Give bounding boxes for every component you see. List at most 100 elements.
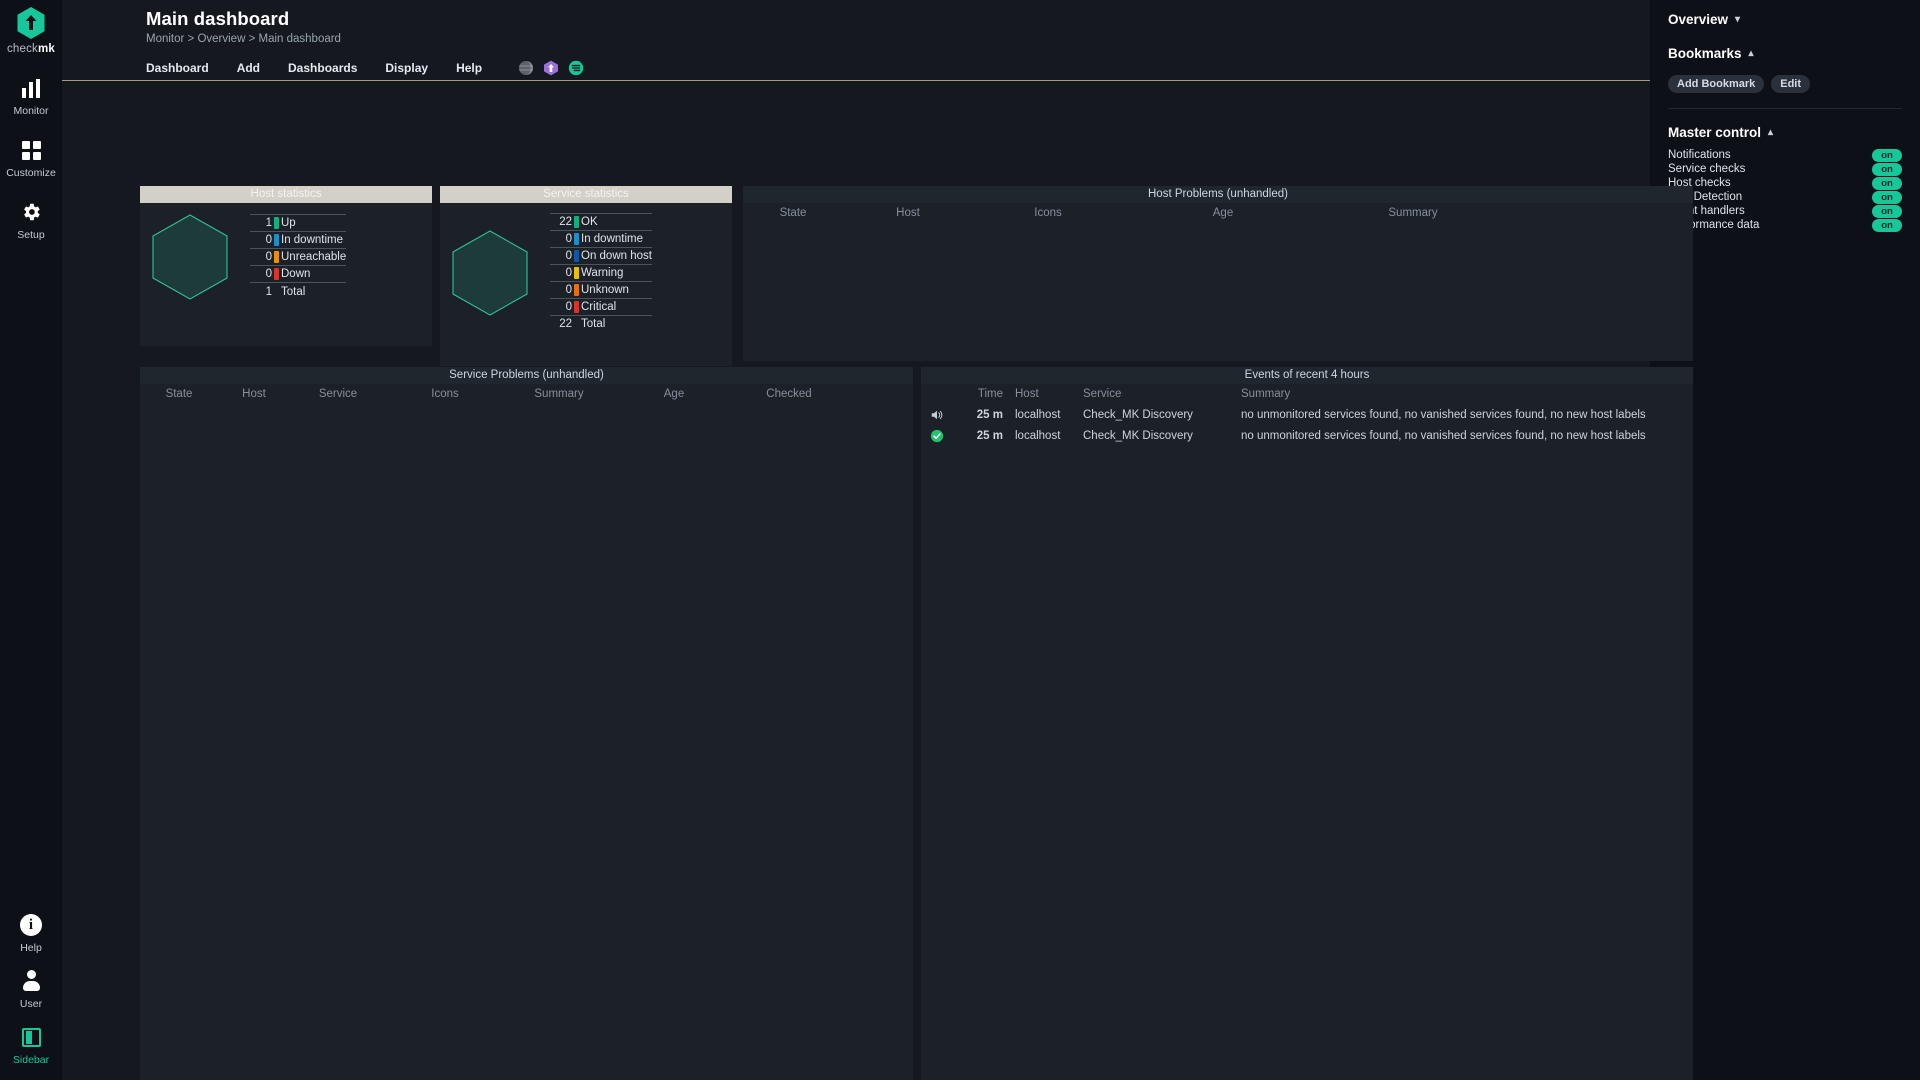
sidebar-section-overview[interactable]: Overview ▾: [1668, 12, 1902, 27]
service-stat-count: 0: [550, 298, 572, 316]
master-control-row-service-checks: Service checks on: [1668, 162, 1902, 176]
table-row[interactable]: 0 In downtime: [550, 230, 652, 248]
event-summary: no unmonitored services found, no vanish…: [1241, 429, 1646, 442]
service-stat-swatch: [572, 247, 581, 265]
sidebar-section-master-control-label: Master control: [1668, 125, 1762, 140]
sidebar-item-monitor[interactable]: Monitor: [0, 75, 62, 117]
event-host[interactable]: localhost: [1003, 409, 1071, 421]
column-header-age[interactable]: Age: [614, 388, 734, 400]
host-problems-header-row: State Host Icons Age Summary: [743, 203, 1693, 223]
column-header-age[interactable]: Age: [1123, 207, 1323, 219]
widget-service-problems[interactable]: Service Problems (unhandled) State Host …: [140, 367, 913, 1080]
table-row[interactable]: 0 Critical: [550, 298, 652, 316]
column-header-summary[interactable]: Summary: [504, 388, 614, 400]
widget-service-statistics[interactable]: Service statistics 22 OK 0 In downtime 0…: [440, 186, 732, 366]
event-time: 25 m: [976, 429, 1003, 442]
menu-item-dashboard[interactable]: Dashboard: [146, 56, 223, 81]
breadcrumb: Monitor > Overview > Main dashboard: [146, 33, 341, 45]
table-row[interactable]: 0 In downtime: [250, 231, 347, 250]
toggle-service-checks[interactable]: on: [1872, 162, 1902, 176]
sidebar-section-overview-label: Overview: [1668, 12, 1729, 27]
toggle-notifications[interactable]: on: [1872, 148, 1902, 162]
bar-chart-icon: [21, 75, 41, 101]
sidebar-section-bookmarks[interactable]: Bookmarks ▴: [1668, 46, 1902, 61]
event-service[interactable]: Check_MK Discovery: [1071, 409, 1231, 421]
column-header-state[interactable]: State: [743, 207, 843, 219]
column-header-service[interactable]: Service: [290, 388, 386, 400]
sidebar-toggle-button[interactable]: Sidebar: [0, 1024, 62, 1066]
host-stat-count: 0: [250, 231, 272, 250]
table-row[interactable]: 0 Warning: [550, 264, 652, 282]
column-header-time[interactable]: Time: [953, 388, 1003, 400]
column-header-icons[interactable]: Icons: [386, 388, 504, 400]
toggle-performance-data[interactable]: on: [1872, 218, 1902, 232]
table-row[interactable]: 0 Down: [250, 265, 347, 284]
table-row[interactable]: 25 m localhost Check_MK Discovery no unm…: [921, 425, 1693, 446]
column-header-checked[interactable]: Checked: [734, 388, 844, 400]
service-problems-header-row: State Host Service Icons Summary Age Che…: [140, 384, 913, 404]
chevron-down-icon: ▾: [1735, 14, 1741, 25]
column-header-service[interactable]: Service: [1071, 388, 1231, 400]
table-row[interactable]: 0 On down host: [550, 247, 652, 265]
sidebar-item-customize[interactable]: Customize: [0, 137, 62, 179]
table-row[interactable]: 0 Unreachable: [250, 248, 347, 267]
menu-item-dashboards[interactable]: Dashboards: [274, 56, 371, 81]
table-row[interactable]: 25 m localhost Check_MK Discovery no unm…: [921, 404, 1693, 425]
sidebar-section-master-control[interactable]: Master control ▴: [1668, 125, 1902, 140]
widget-host-statistics[interactable]: Host statistics 1 Up 0 In downtime 0 Unr…: [140, 186, 432, 346]
column-header-summary[interactable]: Summary: [1323, 207, 1503, 219]
sidebar-item-customize-label: Customize: [6, 167, 56, 179]
checkmk-hexagon-icon[interactable]: [543, 60, 559, 76]
checkmk-circle-icon[interactable]: [568, 60, 584, 76]
table-row[interactable]: 22 Total: [550, 316, 652, 333]
ok-check-icon[interactable]: [921, 429, 953, 443]
event-service[interactable]: Check_MK Discovery: [1071, 430, 1231, 442]
column-header-summary[interactable]: Summary: [1231, 388, 1290, 400]
column-header-host[interactable]: Host: [218, 388, 290, 400]
edit-bookmarks-button[interactable]: Edit: [1771, 75, 1811, 93]
widget-events-recent[interactable]: Events of recent 4 hours Time Host Servi…: [921, 367, 1693, 1080]
host-statistics-body: 1 Up 0 In downtime 0 Unreachable 0 Down …: [140, 203, 432, 307]
service-stat-count: 22: [550, 213, 572, 231]
service-statistics-hexagon: [440, 229, 540, 317]
host-stat-label: Up: [281, 214, 347, 233]
table-row[interactable]: 1 Up: [250, 214, 347, 233]
column-header-host[interactable]: Host: [1003, 388, 1071, 400]
event-host[interactable]: localhost: [1003, 430, 1071, 442]
toggle-flap-detection[interactable]: on: [1872, 190, 1902, 204]
host-stat-label: Unreachable: [281, 248, 347, 267]
brand-name-bold: mk: [38, 43, 56, 55]
sidebar-item-setup[interactable]: Setup: [0, 199, 62, 241]
checkmk-logo[interactable]: checkmk: [7, 6, 55, 55]
widget-service-statistics-title: Service statistics: [440, 186, 732, 203]
master-control-row-notifications: Notifications on: [1668, 148, 1902, 162]
host-stat-label: Total: [281, 285, 306, 298]
column-header-state[interactable]: State: [140, 388, 218, 400]
table-row[interactable]: 22 OK: [550, 213, 652, 231]
master-control-row-host-checks: Host checks on: [1668, 176, 1902, 190]
column-header-icons[interactable]: Icons: [973, 207, 1123, 219]
menu-item-help[interactable]: Help: [442, 56, 496, 81]
main-content-column: Main dashboard Monitor > Overview > Main…: [62, 0, 1693, 1080]
menu-item-add[interactable]: Add: [223, 56, 274, 81]
speaker-icon[interactable]: [921, 408, 953, 422]
table-row[interactable]: 1 Total: [250, 283, 346, 300]
sidebar-item-help[interactable]: i Help: [0, 912, 62, 954]
column-header-host[interactable]: Host: [843, 207, 973, 219]
info-circle-icon: i: [20, 912, 42, 938]
service-stat-swatch-empty: [572, 316, 581, 333]
add-bookmark-button[interactable]: Add Bookmark: [1668, 75, 1765, 93]
widget-host-statistics-title: Host statistics: [140, 186, 432, 203]
table-row[interactable]: 0 Unknown: [550, 281, 652, 299]
toggle-event-handlers[interactable]: on: [1872, 204, 1902, 218]
toggle-host-checks[interactable]: on: [1872, 176, 1902, 190]
checkmk-hexagon-logo-icon: [16, 6, 46, 40]
hexagon-icon: [150, 213, 230, 301]
globe-icon[interactable]: [518, 60, 534, 76]
service-stat-label: OK: [581, 213, 652, 231]
chevron-up-icon: ▴: [1748, 48, 1754, 59]
widget-host-problems[interactable]: Host Problems (unhandled) State Host Ico…: [743, 186, 1693, 361]
event-summary: no unmonitored services found, no vanish…: [1241, 408, 1646, 421]
menu-item-display[interactable]: Display: [371, 56, 442, 81]
sidebar-item-user[interactable]: User: [0, 968, 62, 1010]
